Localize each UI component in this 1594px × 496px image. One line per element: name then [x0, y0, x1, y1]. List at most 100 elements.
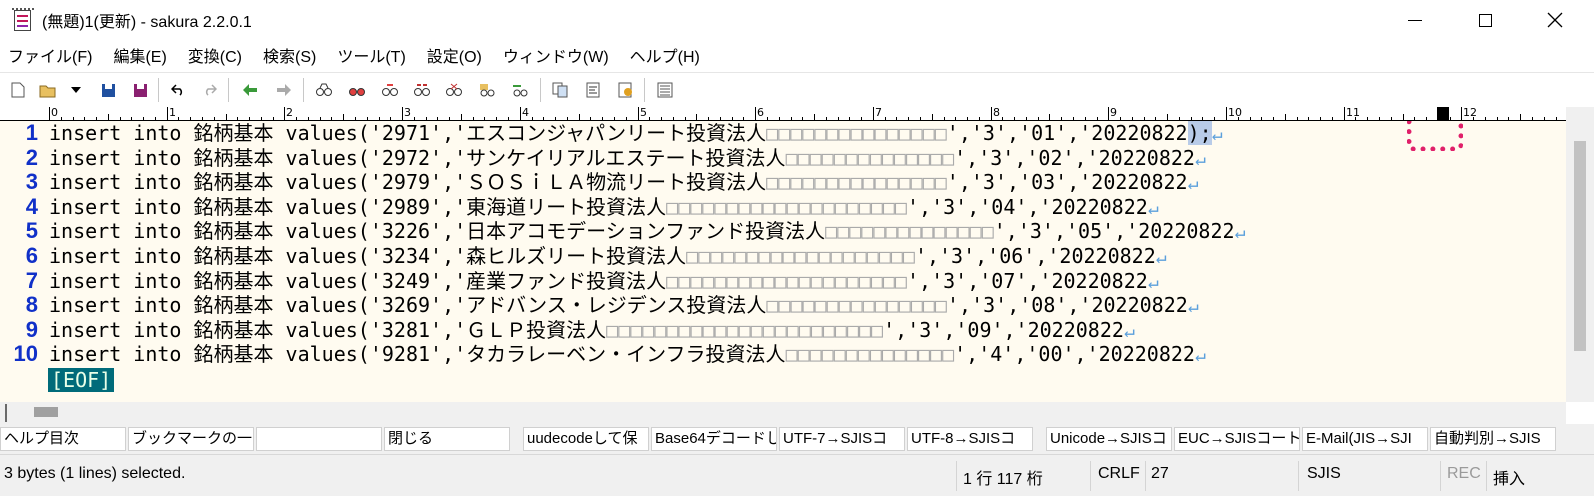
ruler-tick — [178, 117, 179, 120]
ruler-tick — [484, 117, 485, 120]
editor-line[interactable]: insert into 銘柄基本 values('3249','産業ファンド投資… — [49, 269, 1159, 295]
editor-line[interactable]: insert into 銘柄基本 values('3234','森ヒルズリート投… — [49, 244, 1167, 270]
ruler-label: 2 — [286, 107, 293, 119]
fkey-f11[interactable]: E-Mail(JIS→SJI — [1302, 427, 1428, 451]
line-pad: □□□□□□□□□□□□□□□ — [766, 293, 947, 318]
horizontal-scroll-thumb[interactable] — [34, 407, 58, 417]
replace-icon[interactable] — [412, 80, 432, 100]
menu-help[interactable]: ヘルプ(H) — [630, 43, 700, 67]
minimize-button[interactable] — [1380, 0, 1450, 40]
fkey-f3[interactable] — [256, 427, 382, 451]
menu-edit[interactable]: 編集(E) — [113, 43, 166, 67]
close-button[interactable] — [1520, 0, 1590, 40]
status-encoding[interactable]: SJIS — [1307, 465, 1341, 483]
ruler-tick — [779, 117, 780, 120]
menu-search[interactable]: 検索(S) — [263, 43, 316, 67]
editor-line[interactable]: insert into 銘柄基本 values('9281','タカラレーベン・… — [49, 342, 1206, 368]
line-selected: ); — [1187, 121, 1212, 145]
menu-file[interactable]: ファイル(F) — [8, 43, 92, 67]
ruler-tick — [1155, 117, 1156, 120]
ruler-label: 3 — [404, 107, 411, 119]
undo-icon[interactable] — [168, 80, 188, 100]
line-eol: ↵ — [1211, 124, 1223, 145]
status-bar: 3 bytes (1 lines) selected. 1 行 117 桁 CR… — [0, 454, 1594, 496]
fkey-f2[interactable]: ブックマークの一 — [128, 427, 254, 451]
ruler-tick — [120, 117, 121, 120]
status-rec[interactable]: REC — [1447, 465, 1481, 483]
grep-icon[interactable] — [477, 80, 497, 100]
editor-line[interactable]: insert into 銘柄基本 values('3269','アドバンス・レジ… — [49, 293, 1199, 319]
ruler-tick — [1144, 117, 1145, 120]
dropdown-arrow-icon[interactable] — [66, 80, 86, 100]
ruler-tick — [755, 107, 756, 120]
new-file-icon[interactable] — [8, 80, 28, 100]
search-prev-icon[interactable] — [347, 80, 367, 100]
line-pad: □□□□□□□□□□□□□□□ — [766, 121, 947, 145]
ruler-tick — [1250, 117, 1251, 120]
ruler-label: 11 — [1346, 107, 1360, 119]
vertical-scroll-thumb[interactable] — [1574, 141, 1586, 351]
fkey-f10[interactable]: EUC→SJISコート — [1174, 427, 1300, 451]
editor-line[interactable]: insert into 銘柄基本 values('3226','日本アコモデーシ… — [49, 219, 1245, 245]
horizontal-scrollbar[interactable] — [0, 402, 1566, 424]
status-selection: 3 bytes (1 lines) selected. — [4, 465, 186, 482]
ruler-tick — [1120, 117, 1121, 120]
ruler-tick — [1320, 117, 1321, 120]
fkey-f6[interactable]: Base64デコードし — [651, 427, 777, 451]
ruler-tick — [355, 117, 356, 120]
fkey-f12[interactable]: 自動判別→SJIS — [1430, 427, 1556, 451]
editor-line[interactable]: insert into 銘柄基本 values('2971','エスコンジャパン… — [49, 121, 1223, 147]
search-next-icon[interactable] — [380, 80, 400, 100]
status-cursor-position[interactable]: 1 行 117 桁 — [963, 465, 1043, 489]
vertical-scrollbar[interactable] — [1566, 107, 1594, 402]
save-all-icon[interactable] — [130, 80, 150, 100]
fkey-f5[interactable]: uudecodeして保 — [523, 427, 649, 451]
editor-line[interactable]: insert into 銘柄基本 values('2972','サンケイリアルエ… — [49, 146, 1206, 172]
ruler-tick — [520, 107, 521, 120]
redo-icon[interactable] — [200, 80, 220, 100]
editor-area[interactable]: 1 2 3 4 5 6 7 8 9 10 insert into 銘柄基本 values('297… — [0, 121, 1566, 402]
search-clear-icon[interactable] — [444, 80, 464, 100]
fkey-f8[interactable]: UTF-8→SJISコ — [907, 427, 1033, 451]
line-tail: ','3','07','20220822 — [906, 268, 1148, 293]
fkey-f4[interactable]: 閉じる — [384, 427, 510, 451]
common-settings-icon[interactable] — [655, 80, 675, 100]
save-icon[interactable] — [98, 80, 118, 100]
ruler-tick — [649, 117, 650, 120]
search-icon[interactable] — [314, 80, 334, 100]
jump-forward-icon[interactable] — [274, 80, 294, 100]
open-file-icon[interactable] — [38, 80, 58, 100]
ruler-tick — [1450, 117, 1451, 120]
ruler-tick — [1520, 114, 1521, 120]
status-eol-type[interactable]: CRLF — [1098, 465, 1140, 483]
status-insert-mode[interactable]: 挿入 — [1493, 465, 1525, 489]
editor-line[interactable]: insert into 銘柄基本 values('2989','東海道リート投資… — [49, 195, 1159, 221]
ruler-tick — [1214, 117, 1215, 120]
menu-convert[interactable]: 変換(C) — [188, 43, 242, 67]
ruler-tick — [437, 117, 438, 120]
ruler-tick — [1414, 117, 1415, 120]
compare-icon[interactable] — [550, 80, 570, 100]
ruler-tick — [202, 117, 203, 120]
editor-line[interactable]: insert into 銘柄基本 values('2979','ＳＯＳｉＬＡ物流… — [49, 170, 1198, 196]
fkey-f7[interactable]: UTF-7→SJISコ — [779, 427, 905, 451]
ruler-tick — [849, 117, 850, 120]
fkey-f9[interactable]: Unicode→SJISコ — [1046, 427, 1172, 451]
menu-settings[interactable]: 設定(O) — [427, 43, 482, 67]
ruler-label: 12 — [1463, 107, 1477, 119]
outline-icon[interactable] — [584, 80, 604, 100]
ruler-tick — [1426, 117, 1427, 120]
editor-line[interactable]: insert into 銘柄基本 values('3281','ＧＬＰ投資法人□… — [49, 318, 1135, 344]
sakura-app-icon[interactable] — [12, 8, 34, 32]
menu-window[interactable]: ウィンドウ(W) — [503, 43, 609, 67]
ruler-tick — [861, 117, 862, 120]
ruler-label: 7 — [875, 107, 882, 119]
maximize-button[interactable] — [1450, 0, 1520, 40]
grep-replace-icon[interactable] — [510, 80, 530, 100]
line-number: 6 — [25, 243, 38, 268]
type-settings-icon[interactable] — [616, 80, 636, 100]
jump-back-icon[interactable] — [240, 80, 260, 100]
menu-tools[interactable]: ツール(T) — [337, 43, 405, 67]
ruler-tick — [1544, 117, 1545, 120]
fkey-f1[interactable]: ヘルプ目次 — [0, 427, 126, 451]
